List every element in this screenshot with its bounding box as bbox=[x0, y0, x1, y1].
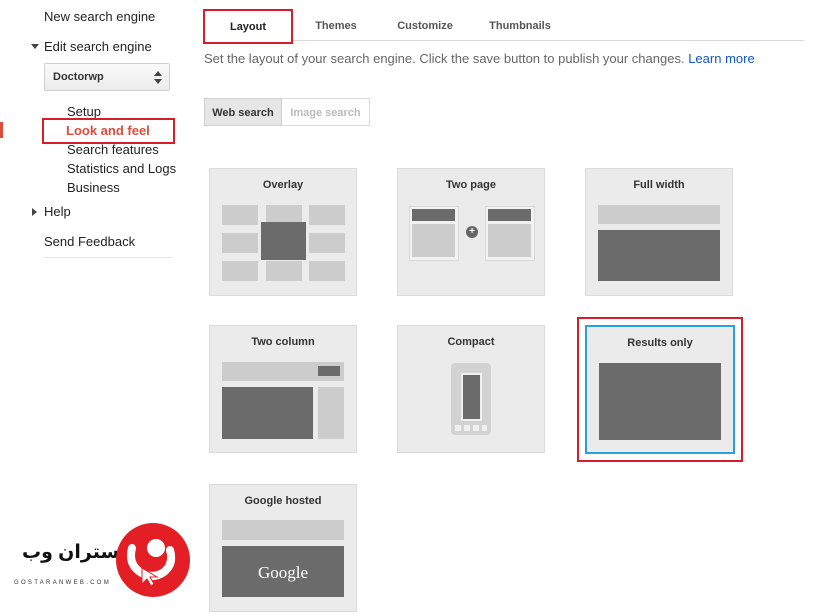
layout-title: Google hosted bbox=[244, 495, 322, 507]
select-arrows-icon bbox=[154, 71, 162, 84]
active-indicator bbox=[0, 122, 3, 138]
help-link[interactable]: Help bbox=[44, 204, 71, 219]
watermark-logo-icon bbox=[116, 523, 190, 597]
expand-arrow-icon bbox=[31, 44, 39, 49]
layout-tab-highlight-box bbox=[203, 9, 293, 44]
layout-description: Set the layout of your search engine. Cl… bbox=[204, 51, 755, 66]
watermark-brand-sub: GOSTARANWEB.COM bbox=[14, 580, 112, 586]
google-logo-text: Google bbox=[257, 563, 309, 582]
preview-block bbox=[488, 209, 531, 221]
preview-block bbox=[222, 233, 258, 253]
engine-select[interactable]: Doctorwp bbox=[44, 63, 170, 91]
layout-title: Two column bbox=[251, 336, 315, 348]
preview-block bbox=[222, 261, 258, 281]
preview-block bbox=[318, 366, 340, 376]
preview-block bbox=[309, 261, 345, 281]
layout-title: Full width bbox=[633, 179, 685, 191]
preview-block bbox=[309, 205, 345, 225]
phone-buttons bbox=[455, 425, 487, 431]
tab-customize[interactable]: Customize bbox=[382, 10, 468, 41]
preview-block bbox=[222, 387, 313, 439]
look-and-feel-highlight-box bbox=[42, 118, 175, 144]
overlay-panel-block bbox=[261, 222, 306, 260]
layout-card-overlay[interactable]: Overlay bbox=[209, 168, 357, 296]
engine-select-value: Doctorwp bbox=[53, 71, 104, 83]
sidebar-divider bbox=[44, 257, 172, 258]
tab-bar: Layout Themes Customize Thumbnails bbox=[204, 10, 804, 42]
layout-card-two-column[interactable]: Two column bbox=[209, 325, 357, 453]
layout-card-full-width[interactable]: Full width bbox=[585, 168, 733, 296]
preview-block bbox=[598, 205, 720, 224]
results-only-highlight-box bbox=[577, 317, 743, 462]
learn-more-link[interactable]: Learn more bbox=[688, 51, 754, 66]
sidebar-item-search-features[interactable]: Search features bbox=[67, 142, 159, 157]
layout-card-google-hosted[interactable]: Google hosted Google bbox=[209, 484, 357, 612]
preview-block bbox=[412, 209, 455, 221]
plus-circle-icon: + bbox=[466, 226, 478, 238]
preview-block bbox=[598, 230, 720, 281]
tab-thumbnails[interactable]: Thumbnails bbox=[476, 10, 564, 41]
layout-title: Compact bbox=[447, 336, 495, 348]
new-search-engine-link[interactable]: New search engine bbox=[44, 9, 155, 24]
sidebar-item-business[interactable]: Business bbox=[67, 180, 120, 195]
preview-block bbox=[222, 205, 258, 225]
preview-block bbox=[309, 233, 345, 253]
layout-title: Two page bbox=[446, 179, 496, 191]
preview-block bbox=[266, 261, 302, 281]
web-search-toggle[interactable]: Web search bbox=[204, 98, 282, 126]
layout-title: Overlay bbox=[262, 179, 304, 191]
preview-block bbox=[318, 387, 344, 439]
preview-block bbox=[222, 520, 344, 540]
phone-screen-block bbox=[461, 373, 482, 421]
sidebar-item-statistics-and-logs[interactable]: Statistics and Logs bbox=[67, 161, 176, 176]
tab-themes[interactable]: Themes bbox=[298, 10, 374, 41]
preview-block bbox=[488, 224, 531, 257]
layout-card-compact[interactable]: Compact bbox=[397, 325, 545, 453]
collapse-arrow-icon bbox=[32, 208, 37, 216]
sidebar-item-setup[interactable]: Setup bbox=[67, 104, 101, 119]
send-feedback-link[interactable]: Send Feedback bbox=[44, 234, 135, 249]
preview-block bbox=[412, 224, 455, 257]
edit-search-engine-link[interactable]: Edit search engine bbox=[44, 39, 152, 54]
layout-card-two-page[interactable]: Two page + bbox=[397, 168, 545, 296]
image-search-toggle[interactable]: Image search bbox=[282, 98, 370, 126]
